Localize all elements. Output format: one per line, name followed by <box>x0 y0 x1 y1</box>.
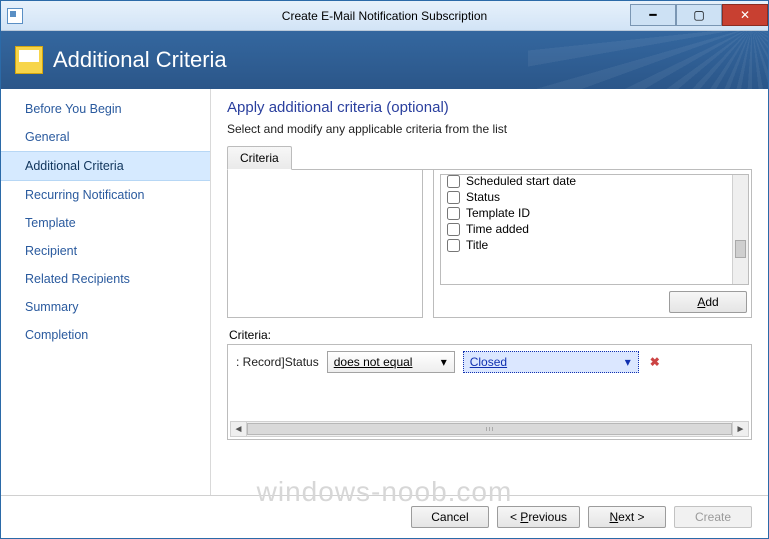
add-button[interactable]: Add <box>669 291 747 313</box>
prop-checkbox[interactable] <box>447 207 460 220</box>
prop-template-id[interactable]: Template ID <box>445 205 728 221</box>
prop-title[interactable]: Title <box>445 237 728 253</box>
prop-checkbox[interactable] <box>447 191 460 204</box>
nav-related-recipients[interactable]: Related Recipients <box>1 265 210 293</box>
chevron-down-icon: ▾ <box>437 355 451 369</box>
app-icon <box>7 8 23 24</box>
banner-title: Additional Criteria <box>53 47 227 73</box>
criteria-row: : Record]Status does not equal ▾ Closed … <box>228 345 751 379</box>
nav-recipient[interactable]: Recipient <box>1 237 210 265</box>
prop-status[interactable]: Status <box>445 189 728 205</box>
tab-criteria[interactable]: Criteria <box>227 146 292 170</box>
criteria-field: : Record]Status <box>236 355 319 369</box>
titlebar: Create E-Mail Notification Subscription … <box>1 1 768 31</box>
banner-icon <box>15 46 43 74</box>
footer: Cancel < Previous Next > Create <box>1 495 768 538</box>
nav-recurring-notification[interactable]: Recurring Notification <box>1 181 210 209</box>
body: Before You Begin General Additional Crit… <box>1 89 768 495</box>
criteria-value: Closed <box>470 355 507 369</box>
nav-before-you-begin[interactable]: Before You Begin <box>1 95 210 123</box>
property-pane: Scheduled start date Status Template ID … <box>433 170 752 318</box>
delete-row-icon[interactable]: ✖ <box>647 355 663 369</box>
prop-checkbox[interactable] <box>447 239 460 252</box>
maximize-button[interactable]: ▢ <box>676 4 722 26</box>
create-button: Create <box>674 506 752 528</box>
prop-scheduled-start-date[interactable]: Scheduled start date <box>445 174 728 189</box>
nav-template[interactable]: Template <box>1 209 210 237</box>
nav-summary[interactable]: Summary <box>1 293 210 321</box>
scroll-left-icon[interactable]: ◄ <box>231 422 247 436</box>
criteria-label: Criteria: <box>229 328 752 342</box>
class-tree-pane[interactable] <box>227 170 423 318</box>
nav-general[interactable]: General <box>1 123 210 151</box>
wizard-nav: Before You Begin General Additional Crit… <box>1 89 211 495</box>
prop-checkbox[interactable] <box>447 175 460 188</box>
page-instruction: Select and modify any applicable criteri… <box>227 122 752 136</box>
close-button[interactable]: ✕ <box>722 4 768 26</box>
prop-time-added[interactable]: Time added <box>445 221 728 237</box>
property-scrollbar[interactable] <box>732 175 748 284</box>
wizard-window: Create E-Mail Notification Subscription … <box>0 0 769 539</box>
nav-additional-criteria[interactable]: Additional Criteria <box>1 151 210 181</box>
scroll-right-icon[interactable]: ► <box>732 422 748 436</box>
minimize-button[interactable]: ━ <box>630 4 676 26</box>
main-panel: Apply additional criteria (optional) Sel… <box>211 89 768 495</box>
nav-completion[interactable]: Completion <box>1 321 210 349</box>
page-heading: Apply additional criteria (optional) <box>227 99 752 116</box>
hscroll-thumb[interactable] <box>247 423 732 435</box>
previous-button[interactable]: < Previous <box>497 506 580 528</box>
property-list[interactable]: Scheduled start date Status Template ID … <box>440 174 749 285</box>
operator-combo[interactable]: does not equal ▾ <box>327 351 455 373</box>
banner: Additional Criteria <box>1 31 768 89</box>
prop-checkbox[interactable] <box>447 223 460 236</box>
chevron-down-icon: ▾ <box>621 355 635 369</box>
next-button[interactable]: Next > <box>588 506 666 528</box>
window-controls: ━ ▢ ✕ <box>630 5 768 26</box>
cancel-button[interactable]: Cancel <box>411 506 489 528</box>
criteria-hscroll[interactable]: ◄ ► <box>230 421 749 437</box>
scroll-thumb[interactable] <box>735 240 746 258</box>
tab-strip: Criteria <box>227 144 752 170</box>
value-combo[interactable]: Closed ▾ <box>463 351 639 373</box>
criteria-panes: Scheduled start date Status Template ID … <box>227 170 752 318</box>
operator-value: does not equal <box>334 355 413 369</box>
criteria-box: : Record]Status does not equal ▾ Closed … <box>227 344 752 440</box>
banner-decoration <box>528 31 768 89</box>
